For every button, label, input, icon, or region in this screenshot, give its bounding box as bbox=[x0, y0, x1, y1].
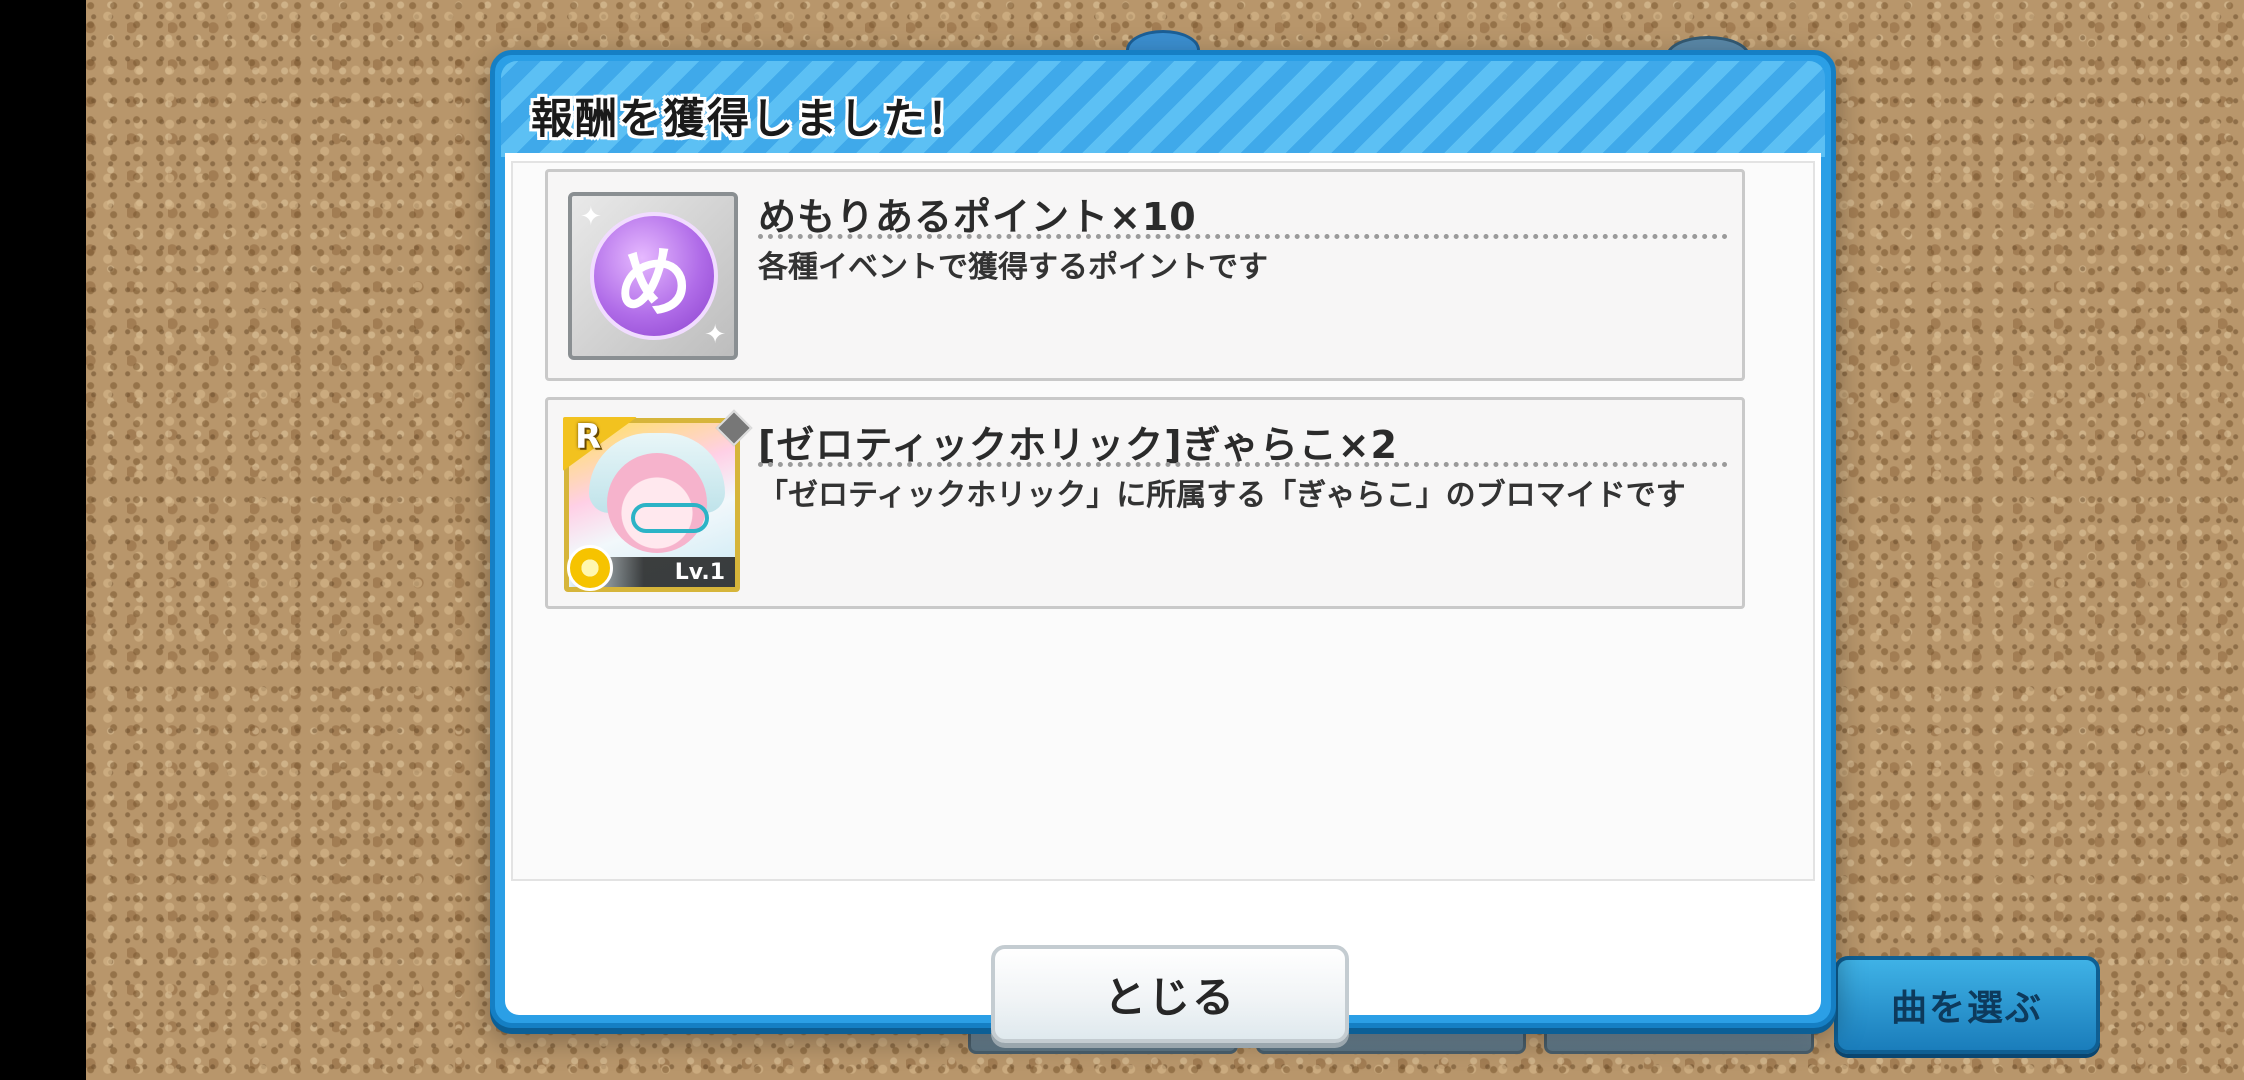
dialog-title: 報酬を獲得しました！ bbox=[531, 94, 972, 143]
left-black-bar bbox=[0, 0, 86, 1080]
sparkle-icon: ✦ bbox=[580, 202, 602, 232]
reward-description: 「ゼロティックホリック」に所属する「ぎゃらこ」のブロマイドです bbox=[758, 478, 1686, 513]
diamond-icon bbox=[715, 409, 753, 447]
reward-description: 各種イベントで獲得するポイントです bbox=[758, 250, 1268, 285]
character-card-icon: Lv.1 R bbox=[563, 409, 753, 592]
dialog-header: 報酬を獲得しました！ bbox=[501, 61, 1825, 157]
reward-name: めもりあるポイント×10 bbox=[758, 195, 1197, 239]
dotted-divider bbox=[758, 462, 1728, 467]
attribute-icon bbox=[567, 545, 613, 591]
rarity-label: R bbox=[575, 417, 602, 457]
point-coin: め bbox=[590, 212, 718, 340]
select-song-button[interactable]: 曲を選ぶ bbox=[1834, 956, 2100, 1054]
glasses-icon bbox=[631, 503, 709, 533]
memorial-point-coin-icon: め ✦ ✦ bbox=[568, 192, 738, 360]
dotted-divider bbox=[758, 234, 1728, 239]
reward-dialog: 報酬を獲得しました！ め ✦ ✦ めもりあるポイント×10 各種イベントで獲得す… bbox=[490, 50, 1836, 1043]
reward-list[interactable]: め ✦ ✦ めもりあるポイント×10 各種イベントで獲得するポイントです Lv.… bbox=[511, 161, 1815, 881]
reward-item: Lv.1 R [ゼロティックホリック]ぎゃらこ×2 「ゼロティックホリック」に所… bbox=[545, 397, 1745, 609]
reward-item: め ✦ ✦ めもりあるポイント×10 各種イベントで獲得するポイントです bbox=[545, 169, 1745, 381]
dialog-body: め ✦ ✦ めもりあるポイント×10 各種イベントで獲得するポイントです Lv.… bbox=[505, 153, 1821, 1043]
close-button[interactable]: とじる bbox=[991, 945, 1349, 1043]
reward-name: [ゼロティックホリック]ぎゃらこ×2 bbox=[758, 423, 1398, 467]
sparkle-icon: ✦ bbox=[704, 320, 726, 350]
card-level: Lv.1 bbox=[674, 560, 725, 585]
